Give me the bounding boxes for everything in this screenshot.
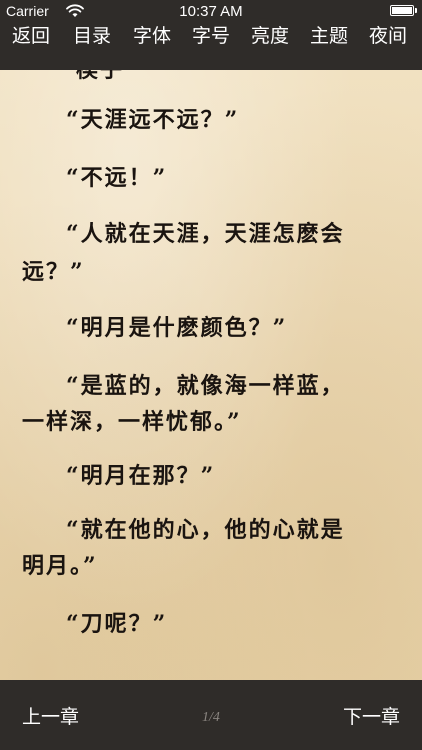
text-line: “天涯远不远？” [66, 107, 240, 133]
next-chapter-button[interactable]: 下一章 [343, 702, 400, 729]
text-line: “明月在那？” [66, 463, 216, 489]
text-line: “是蓝的，就像海一样蓝， [66, 373, 345, 399]
clock: 10:37 AM [179, 3, 243, 20]
text-line: “不远！” [66, 165, 168, 191]
text-line: 一样深，一样忧郁。” [22, 409, 242, 435]
reader-menu: 返回 目录 字体 字号 亮度 主题 夜间 [0, 22, 422, 56]
battery-icon [390, 5, 417, 16]
toc-button[interactable]: 目录 [73, 22, 111, 50]
text-line: “人就在天涯，天涯怎麽会 [66, 221, 345, 247]
text-line: “明月是什麽颜色？” [66, 315, 288, 341]
font-size-button[interactable]: 字号 [192, 22, 230, 50]
text-line: “刀呢？” [66, 611, 168, 637]
status-bar: Carrier 10:37 AM [0, 0, 422, 22]
text-line: “就在他的心，他的心就是 [66, 517, 345, 543]
font-button[interactable]: 字体 [133, 22, 171, 50]
bottom-toolbar: 上一章 1/4 下一章 [0, 680, 422, 750]
top-toolbar: Carrier 10:37 AM 返回 目录 字体 字号 亮度 主题 夜间 [0, 0, 422, 70]
theme-button[interactable]: 主题 [310, 22, 348, 50]
brightness-button[interactable]: 亮度 [251, 22, 289, 50]
text-line: 远？” [22, 259, 85, 285]
back-button[interactable]: 返回 [12, 22, 50, 50]
text-line: 明月。” [22, 553, 98, 579]
night-mode-button[interactable]: 夜间 [369, 22, 407, 50]
